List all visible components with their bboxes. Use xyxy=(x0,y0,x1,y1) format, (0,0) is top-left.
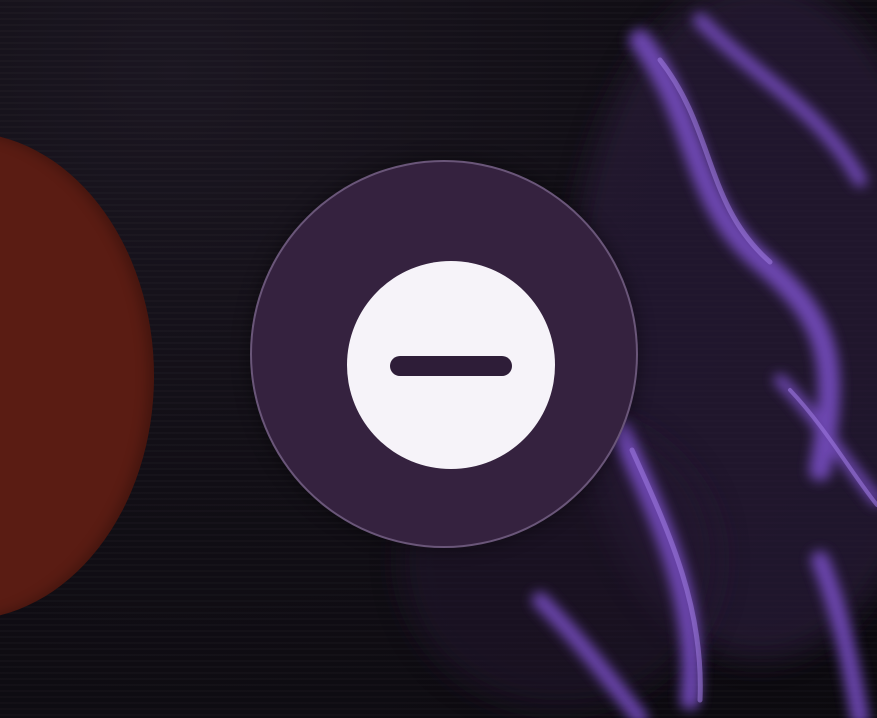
screen xyxy=(0,0,877,718)
remove-button[interactable] xyxy=(250,160,638,548)
minus-circle-icon xyxy=(347,261,555,469)
minus-icon xyxy=(390,356,512,376)
